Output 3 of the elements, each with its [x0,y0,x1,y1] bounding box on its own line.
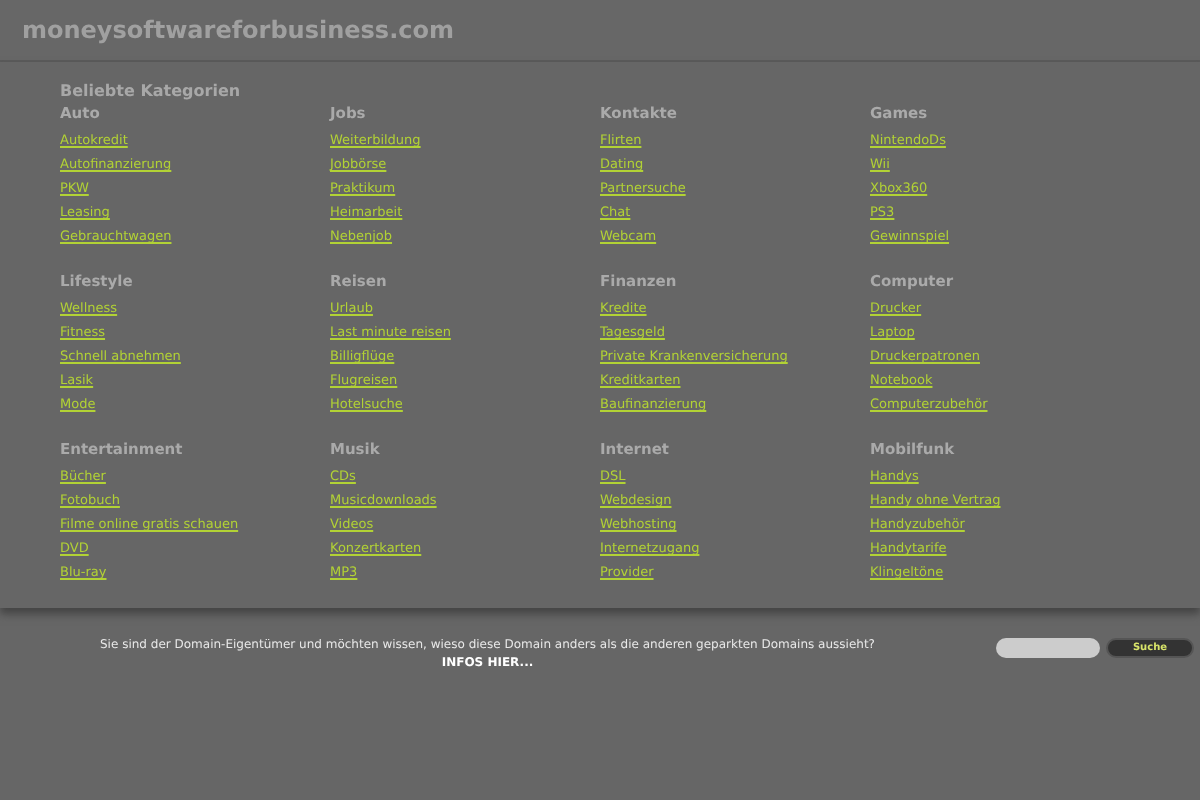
search-field[interactable] [996,638,1100,658]
section-title: Beliebte Kategorien [60,80,243,102]
site-title: moneysoftwareforbusiness.com [22,16,454,44]
